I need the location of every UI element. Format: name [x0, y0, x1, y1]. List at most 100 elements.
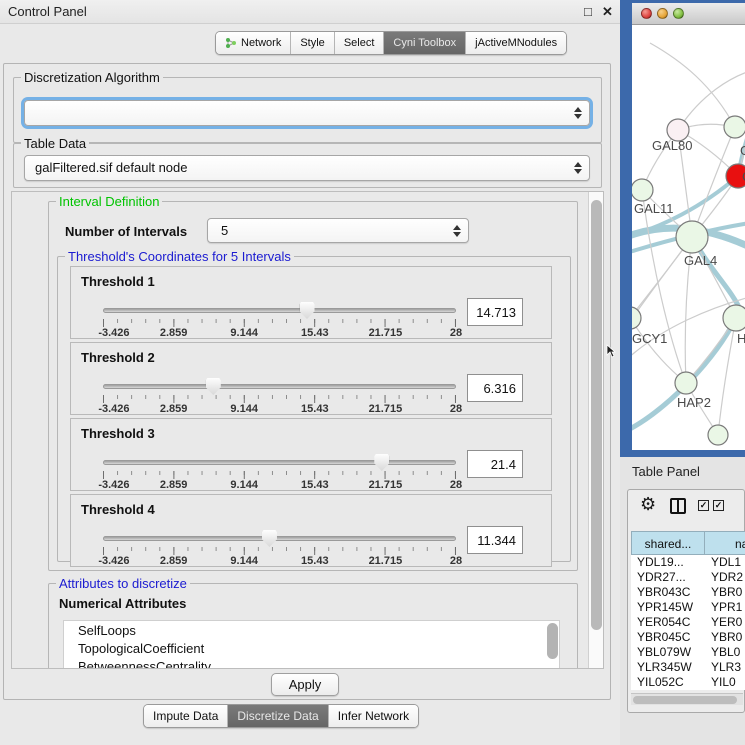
tab-jactivemnodules[interactable]: jActiveMNodules [466, 32, 566, 54]
table-data-group: Table Data galFiltered.sif default node [13, 143, 602, 188]
node-label-hap2: HAP2 [677, 395, 711, 410]
tab-impute-data[interactable]: Impute Data [144, 705, 228, 727]
table-horizontal-scrollbar[interactable] [631, 693, 743, 705]
node-top-right[interactable] [724, 116, 745, 138]
threshold-3-slider[interactable] [103, 460, 456, 465]
node-label-gal80: GAL80 [652, 138, 692, 153]
table-row[interactable]: YIL052CYIL0 [631, 675, 745, 690]
numerical-attributes-list[interactable]: SelfLoops TopologicalCoefficient Between… [63, 620, 560, 669]
tab-select[interactable]: Select [335, 32, 385, 54]
slider-handle[interactable] [374, 454, 389, 471]
bottom-tab-bar: Impute Data Discretize Data Infer Networ… [143, 704, 419, 728]
list-item[interactable]: SelfLoops [64, 621, 559, 639]
node-hap2[interactable] [675, 372, 697, 394]
mouse-cursor [606, 344, 616, 358]
combo-arrows-icon [574, 107, 582, 119]
attributes-group: Attributes to discretize Numerical Attri… [48, 583, 578, 669]
slider-handle[interactable] [300, 302, 315, 319]
node-label-clipped: GA [740, 143, 745, 158]
table-row[interactable]: YLR345WYLR3 [631, 660, 745, 675]
slider-handle[interactable] [262, 530, 277, 547]
table-row[interactable]: YPR145WYPR1 [631, 600, 745, 615]
table-data-title: Table Data [21, 136, 89, 151]
network-canvas[interactable]: GAL80 GA C GAL11 GAL4 GCY1 H HAP2 [632, 25, 745, 450]
threshold-4-value[interactable]: 11.344 [467, 526, 523, 554]
node-label-gal4: GAL4 [684, 253, 717, 268]
checkbox-icon[interactable]: ✓ [698, 500, 709, 511]
column-header-shared[interactable]: shared... [631, 531, 704, 555]
tab-infer-network[interactable]: Infer Network [329, 705, 418, 727]
minimize-traffic-light[interactable] [657, 8, 668, 19]
slider-tick-labels: -3.426 2.859 9.144 15.43 21.715 28 [103, 479, 456, 491]
threshold-2-box: Threshold 2 -3.426 2.859 9.144 15.43 21.… [70, 342, 552, 415]
close-icon[interactable]: ✕ [602, 4, 613, 20]
threshold-4-label: Threshold 4 [81, 502, 155, 517]
list-scrollbar[interactable] [547, 623, 558, 659]
slider-tick-labels: -3.426 2.859 9.144 15.43 21.715 28 [103, 327, 456, 339]
threshold-2-slider[interactable] [103, 384, 456, 389]
numerical-attributes-label: Numerical Attributes [59, 596, 186, 611]
table-rows: YDL19...YDL1 YDR27...YDR2 YBR043CYBR0 YP… [631, 555, 745, 690]
threshold-4-slider[interactable] [103, 536, 456, 541]
node-bottom[interactable] [708, 425, 728, 445]
node-h[interactable] [723, 305, 745, 331]
table-row[interactable]: YBR043CYBR0 [631, 585, 745, 600]
discretization-algorithm-title: Discretization Algorithm [21, 70, 163, 85]
column-header-name[interactable]: na [704, 531, 745, 555]
table-row[interactable]: YDL19...YDL1 [631, 555, 745, 570]
float-window-icon[interactable]: □ [584, 4, 592, 19]
tab-discretize-data[interactable]: Discretize Data [228, 705, 328, 727]
scrollbar-thumb[interactable] [633, 696, 737, 704]
panel-title: Control Panel [8, 4, 87, 19]
attributes-title: Attributes to discretize [56, 576, 190, 591]
combo-arrows-icon [574, 162, 582, 174]
algorithm-combobox[interactable] [24, 100, 590, 126]
table-row[interactable]: YER054CYER0 [631, 615, 745, 630]
node-gal4[interactable] [676, 221, 708, 253]
close-traffic-light[interactable] [641, 8, 652, 19]
discretization-algorithm-group: Discretization Algorithm [13, 77, 602, 143]
node-gal11[interactable] [632, 179, 653, 201]
threshold-1-box: Threshold 1 -3.426 2.859 9.144 15.43 21.… [70, 266, 552, 339]
table-data-combobox[interactable]: galFiltered.sif default node [24, 155, 590, 181]
node-gcy1[interactable] [632, 307, 641, 329]
thresholds-title: Threshold's Coordinates for 5 Intervals [65, 249, 294, 264]
thresholds-group: Threshold's Coordinates for 5 Intervals … [57, 256, 571, 562]
table-card: ⚙ ✓ ✓ shared... na YDL19...YDL1 YDR27...… [627, 489, 745, 713]
network-window-titlebar [632, 3, 745, 25]
list-item[interactable]: TopologicalCoefficient [64, 639, 559, 657]
node-label-gal11: GAL11 [634, 201, 674, 216]
list-item[interactable]: BetweennessCentrality [64, 657, 559, 669]
cyni-toolbox-panel: Discretization Algorithm Table Data galF… [3, 63, 611, 700]
tab-cyni-toolbox[interactable]: Cyni Toolbox [384, 32, 466, 54]
table-panel-title: Table Panel [632, 464, 700, 479]
slider-handle[interactable] [206, 378, 221, 395]
threshold-1-slider[interactable] [103, 308, 456, 313]
checkbox-icon[interactable]: ✓ [713, 500, 724, 511]
table-row[interactable]: YBR045CYBR0 [631, 630, 745, 645]
table-row[interactable]: YBL079WYBL0 [631, 645, 745, 660]
tab-style[interactable]: Style [291, 32, 334, 54]
zoom-traffic-light[interactable] [673, 8, 684, 19]
main-scrollbar[interactable] [588, 192, 603, 668]
spinner-arrows-icon [453, 225, 461, 237]
settings-scroll-viewport: Interval Definition Number of Intervals … [11, 191, 604, 669]
threshold-1-value[interactable]: 14.713 [467, 298, 523, 326]
split-columns-icon[interactable] [670, 498, 686, 514]
top-tab-bar: Network Style Select Cyni Toolbox jActiv… [215, 31, 567, 55]
threshold-2-label: Threshold 2 [81, 350, 155, 365]
tab-network[interactable]: Network [216, 32, 291, 54]
gear-icon[interactable]: ⚙ [640, 495, 656, 513]
table-row[interactable]: YDR27...YDR2 [631, 570, 745, 585]
control-panel: Control Panel □ ✕ Network Style Select C… [0, 0, 620, 745]
screen: { "window": { "title": "Control Panel", … [0, 0, 745, 745]
interval-definition-title: Interval Definition [56, 194, 162, 209]
threshold-3-value[interactable]: 21.4 [467, 450, 523, 478]
apply-button[interactable]: Apply [271, 673, 339, 696]
scrollbar-thumb[interactable] [591, 200, 602, 630]
control-panel-titlebar: Control Panel □ ✕ [0, 0, 620, 24]
number-of-intervals-spinner[interactable]: 5 [207, 218, 469, 243]
threshold-2-value[interactable]: 6.316 [467, 374, 523, 402]
network-icon [225, 37, 237, 49]
interval-definition-group: Interval Definition Number of Intervals … [48, 201, 578, 571]
